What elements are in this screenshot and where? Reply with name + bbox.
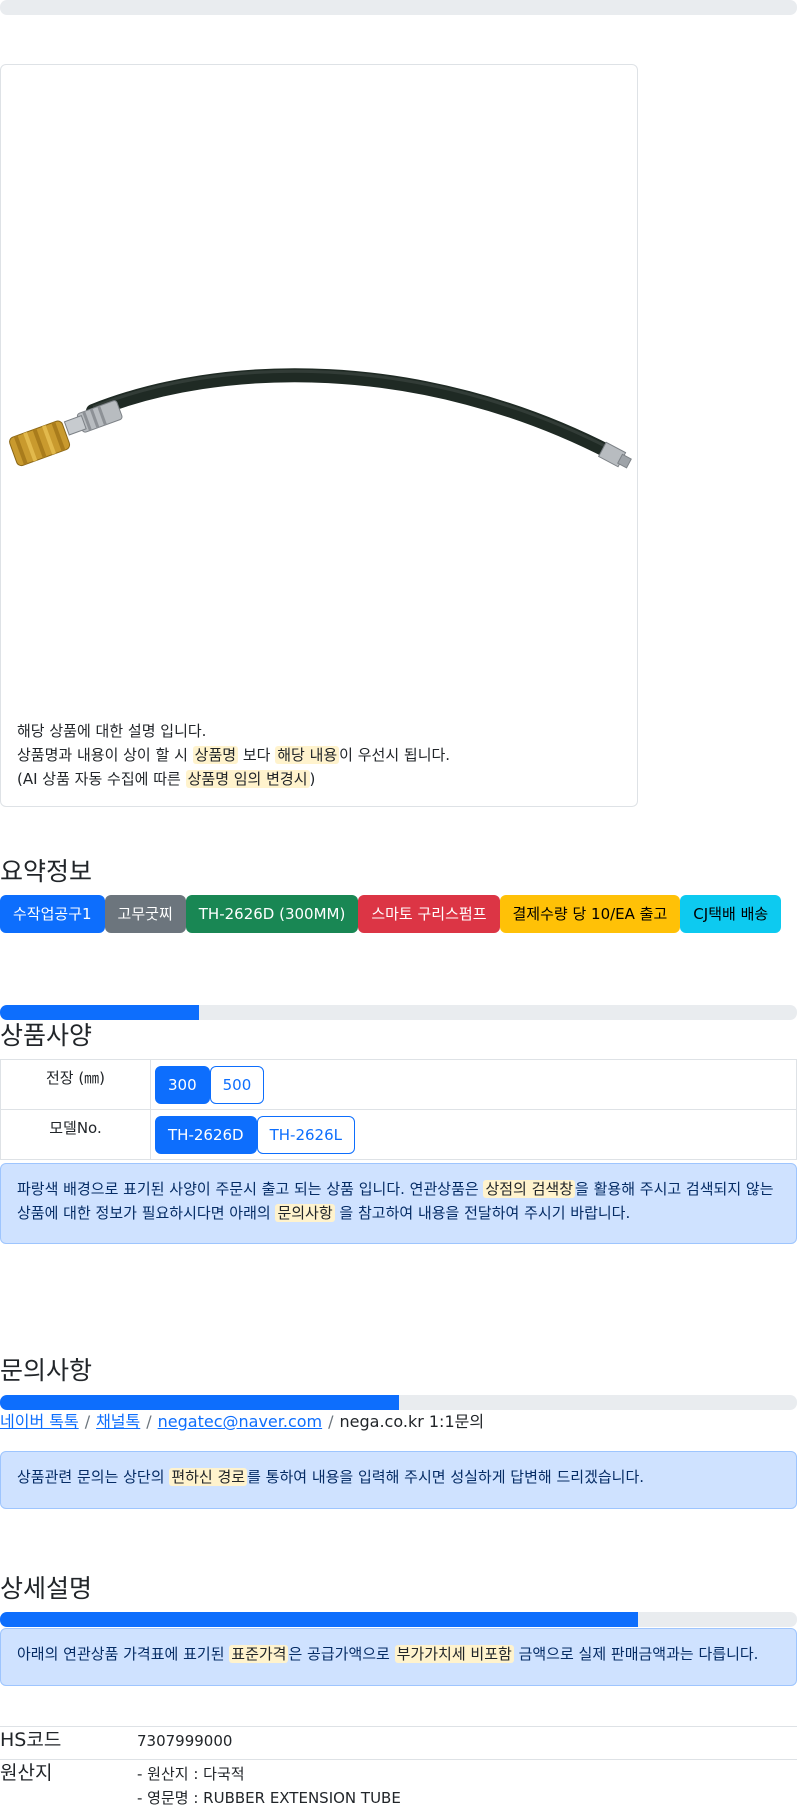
email-link[interactable]: negatec@naver.com <box>158 1412 322 1431</box>
inquiry-progress-bar <box>0 1395 399 1410</box>
desc-line-2: 상품명과 내용이 상이 할 시 상품명 보다 해당 내용 이 우선시 됩니다. <box>17 746 451 764</box>
badge-brand: 스마토 구리스펌프 <box>358 895 500 933</box>
option-model-th-2626l[interactable]: TH-2626L <box>256 1115 355 1154</box>
origin-value: - 원산지 : 다국적 - 영문명 : RUBBER EXTENSION TUB… <box>137 1765 401 1807</box>
highlight: 해당 내용 <box>275 746 340 764</box>
hs-code-value: 7307999000 <box>137 1732 233 1750</box>
detail-progress-bar <box>0 1612 638 1627</box>
spec-options: 300 500 <box>150 1059 797 1110</box>
detail-progress <box>0 1612 797 1627</box>
origin-label: 원산지 <box>0 1762 53 1784</box>
desc-line-1: 해당 상품에 대한 설명 입니다. <box>17 722 207 740</box>
inquiry-heading: 문의사항 <box>0 1356 93 1385</box>
detail-heading: 상세설명 <box>0 1574 93 1603</box>
highlight: 상품명 임의 변경시 <box>185 770 310 788</box>
highlight: 부가가치세 비포함 <box>394 1645 514 1663</box>
origin-row: 원산지 - 원산지 : 다국적 - 영문명 : RUBBER EXTENSION… <box>0 1759 797 1809</box>
top-progress <box>0 0 797 15</box>
spec-label: 모델No. <box>0 1109 151 1160</box>
option-length-500[interactable]: 500 <box>209 1065 265 1104</box>
spec-label: 전장 (㎜) <box>0 1059 151 1110</box>
highlight: 편하신 경로 <box>169 1468 248 1486</box>
spec-options: TH-2626D TH-2626L <box>150 1109 797 1160</box>
badge-model: TH-2626D (300MM) <box>185 895 359 933</box>
inquiry-progress <box>0 1395 797 1410</box>
highlight: 상품명 <box>192 746 239 764</box>
hs-code-row: HS코드 7307999000 <box>0 1726 797 1760</box>
summary-heading: 요약정보 <box>0 857 93 886</box>
badge-shipping: CJ택배 배송 <box>680 895 782 933</box>
spec-row-length: 전장 (㎜) 300 500 <box>0 1059 797 1110</box>
detail-notice: 아래의 연관상품 가격표에 표기된 표준가격 은 공급가액으로 부가가치세 비포함… <box>0 1628 797 1686</box>
summary-badges: 수작업공구1 고무굿찌 TH-2626D (300MM) 스마토 구리스펌프 결… <box>0 895 782 933</box>
spec-heading: 상품사양 <box>0 1021 93 1050</box>
product-image <box>9 368 632 469</box>
spec-row-model: 모델No. TH-2626D TH-2626L <box>0 1109 797 1160</box>
naver-talk-link[interactable]: 네이버 톡톡 <box>0 1412 79 1431</box>
badge-category: 수작업공구1 <box>0 895 105 933</box>
inquiry-links: 네이버 톡톡 / 채널톡 / negatec@naver.com / nega.co.kr … <box>0 1412 485 1431</box>
desc-line-3: (AI 상품 자동 수집에 따른 상품명 임의 변경시) <box>17 770 316 788</box>
site-inquiry: nega.co.kr 1:1문의 <box>339 1412 485 1431</box>
option-length-300[interactable]: 300 <box>155 1065 210 1104</box>
badge-quantity: 결제수량 당 10/EA 출고 <box>499 895 681 933</box>
badge-type: 고무굿찌 <box>104 895 186 933</box>
hs-code-label: HS코드 <box>0 1729 62 1751</box>
spec-progress <box>0 1005 797 1020</box>
inquiry-notice: 상품관련 문의는 상단의 편하신 경로 를 통하여 내용을 입력해 주시면 성실하… <box>0 1451 797 1509</box>
highlight: 상점의 검색창 <box>483 1180 576 1198</box>
highlight: 표준가격 <box>229 1645 289 1663</box>
product-card: 해당 상품에 대한 설명 입니다. 상품명과 내용이 상이 할 시 상품명 보다… <box>0 64 638 807</box>
spec-table: 전장 (㎜) 300 500 모델No. TH-2626D TH-2626L <box>0 1059 797 1160</box>
highlight: 문의사항 <box>275 1204 335 1222</box>
channel-talk-link[interactable]: 채널톡 <box>96 1412 140 1431</box>
spec-notice: 파랑색 배경으로 표기된 사양이 주문시 출고 되는 상품 입니다. 연관상품은… <box>0 1163 797 1244</box>
product-description: 해당 상품에 대한 설명 입니다. 상품명과 내용이 상이 할 시 상품명 보다… <box>17 719 450 791</box>
option-model-th-2626d[interactable]: TH-2626D <box>155 1115 257 1154</box>
